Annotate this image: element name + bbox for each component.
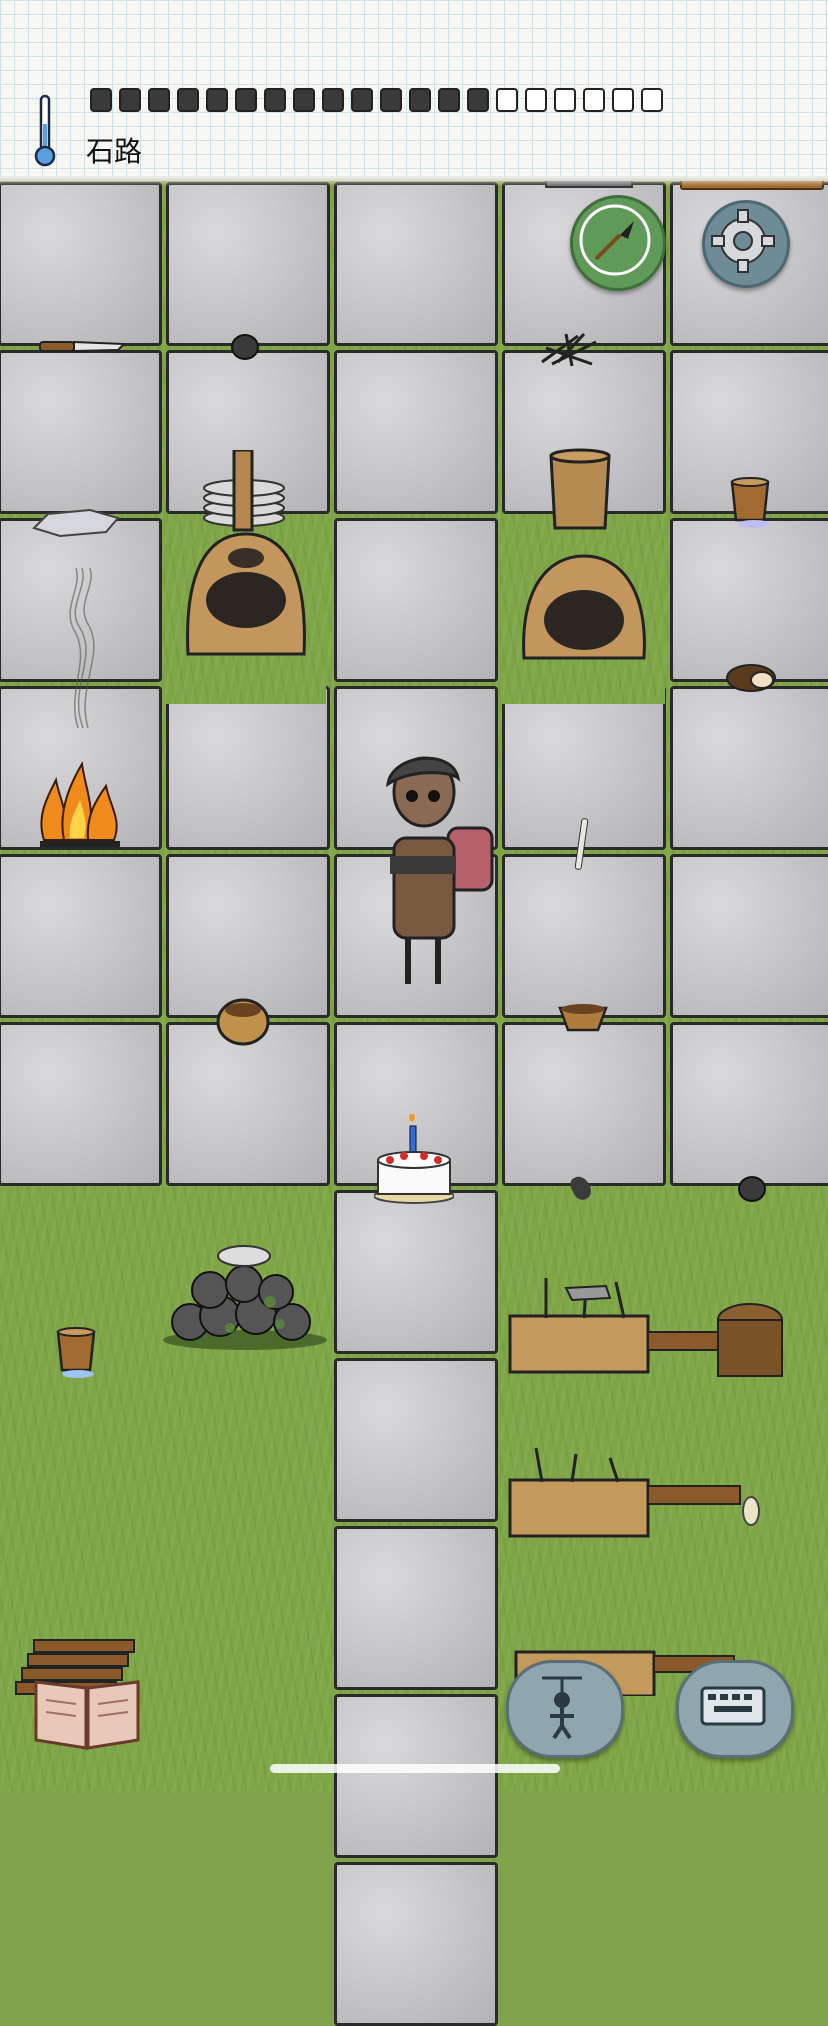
- birthday-cake[interactable]: [374, 1110, 454, 1204]
- stone-path-tile[interactable]: [0, 1022, 162, 1186]
- stone-path-tile[interactable]: [166, 182, 330, 346]
- food-pip-full: [90, 88, 112, 112]
- food-pip-full: [322, 88, 344, 112]
- stone-path-tile[interactable]: [334, 518, 498, 682]
- gear-icon: [711, 209, 775, 273]
- stone-path-tile[interactable]: [670, 518, 828, 682]
- stone-path-tile[interactable]: [670, 854, 828, 1018]
- food-pip-empty: [612, 88, 634, 112]
- adobe-oven[interactable]: [518, 548, 650, 664]
- stone-path-tile[interactable]: [670, 686, 828, 850]
- stone-path-tile[interactable]: [334, 1862, 498, 2026]
- food-pip-full: [235, 88, 257, 112]
- puppet-emote-icon: [542, 1676, 582, 1740]
- wooden-bowl[interactable]: [558, 1002, 608, 1032]
- tool-crate[interactable]: [506, 1268, 786, 1388]
- stone-path-tile[interactable]: [502, 854, 666, 1018]
- food-pip-full: [206, 88, 228, 112]
- stone-path-tile[interactable]: [334, 182, 498, 346]
- food-pip-empty: [554, 88, 576, 112]
- compass-icon: [579, 204, 651, 276]
- food-pip-full: [409, 88, 431, 112]
- food-pip-empty: [496, 88, 518, 112]
- tool-crate[interactable]: [506, 1444, 756, 1544]
- flat-rock-item[interactable]: [30, 504, 122, 540]
- wooden-bucket[interactable]: [728, 476, 772, 528]
- food-pip-full: [438, 88, 460, 112]
- emote-button[interactable]: [506, 1660, 624, 1758]
- stone-path-tile[interactable]: [502, 1022, 666, 1186]
- player-character[interactable]: [368, 748, 498, 988]
- food-pip-full: [177, 88, 199, 112]
- food-pip-full: [380, 88, 402, 112]
- food-pip-full: [467, 88, 489, 112]
- kindling-pile[interactable]: [538, 328, 604, 368]
- stone-path-tile[interactable]: [334, 350, 498, 514]
- round-stone[interactable]: [738, 1176, 766, 1202]
- stone-path-tile[interactable]: [670, 1022, 828, 1186]
- compass-button[interactable]: [570, 195, 666, 291]
- food-pip-full: [264, 88, 286, 112]
- stone-path-tile[interactable]: [334, 1358, 498, 1522]
- game-world[interactable]: [0, 172, 828, 2026]
- stone-well[interactable]: [160, 1232, 330, 1352]
- stone-path-tile[interactable]: [0, 854, 162, 1018]
- food-pip-full: [119, 88, 141, 112]
- location-label: 石路: [86, 135, 143, 168]
- keyboard-icon: [700, 1686, 766, 1726]
- food-pip-empty: [583, 88, 605, 112]
- stone-path-tile[interactable]: [0, 350, 162, 514]
- stone-path-tile[interactable]: [334, 1526, 498, 1690]
- food-pip-full: [148, 88, 170, 112]
- recipe-book-button[interactable]: [32, 1674, 142, 1752]
- adobe-kiln[interactable]: [180, 450, 312, 660]
- food-pip-empty: [641, 88, 663, 112]
- clay-bowl-yarn[interactable]: [216, 994, 270, 1046]
- stone-path-tile[interactable]: [334, 1190, 498, 1354]
- settings-button[interactable]: [702, 200, 790, 288]
- stone-path-tile[interactable]: [0, 182, 162, 346]
- water-bucket[interactable]: [54, 1326, 98, 1378]
- clay-crock[interactable]: [545, 448, 615, 534]
- seeds[interactable]: [742, 1496, 760, 1526]
- round-stone[interactable]: [231, 334, 259, 360]
- chat-keyboard-button[interactable]: [676, 1660, 794, 1758]
- stone-path-tile[interactable]: [334, 1694, 498, 1858]
- food-meter: [90, 88, 790, 118]
- stone-path-tile[interactable]: [166, 1022, 330, 1186]
- stone-path-tile[interactable]: [166, 686, 330, 850]
- food-pip-full: [351, 88, 373, 112]
- status-bar: 石路: [0, 0, 828, 186]
- home-indicator[interactable]: [270, 1764, 560, 1773]
- knife-item[interactable]: [38, 336, 128, 356]
- food-pip-full: [293, 88, 315, 112]
- food-pip-empty: [525, 88, 547, 112]
- bread-loaf[interactable]: [724, 660, 778, 694]
- thermometer-icon: [34, 94, 56, 167]
- recipe-book-icon: [34, 1680, 140, 1750]
- smoke: [69, 568, 95, 728]
- campfire[interactable]: [30, 756, 130, 848]
